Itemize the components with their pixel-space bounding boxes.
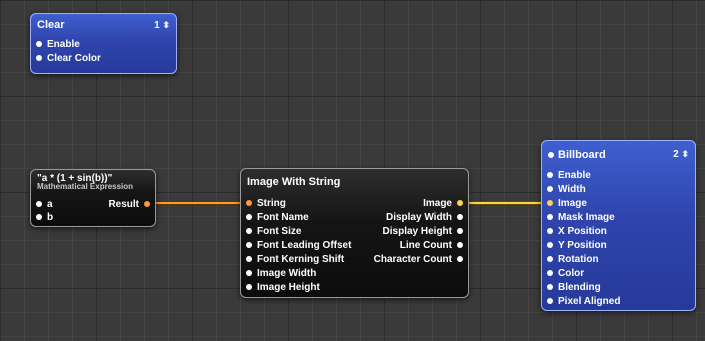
- math-patch-header[interactable]: "a * (1 + sin(b))" Mathematical Expressi…: [31, 170, 155, 197]
- port-dot-icon[interactable]: [547, 284, 553, 290]
- port-dot-icon[interactable]: [547, 186, 553, 192]
- input-port-string[interactable]: String: [246, 196, 286, 210]
- patch-title: Clear: [37, 19, 65, 31]
- image-string-patch-header[interactable]: Image With String: [241, 169, 468, 195]
- billboard-patch[interactable]: Billboard 2 ⬍ Enable Width Image Mask Im…: [541, 140, 696, 311]
- port-dot-icon[interactable]: [144, 201, 150, 207]
- output-port-result[interactable]: Result: [108, 197, 150, 211]
- port-dot-icon[interactable]: [547, 256, 553, 262]
- port-dot-icon[interactable]: [246, 214, 252, 220]
- input-port-image-width[interactable]: Image Width: [246, 266, 316, 280]
- port-dot-icon[interactable]: [36, 55, 42, 61]
- input-port-font-size[interactable]: Font Size: [246, 224, 301, 238]
- stepper-icon: ⬍: [162, 19, 170, 30]
- port-dot-icon[interactable]: [457, 214, 463, 220]
- port-dot-icon[interactable]: [547, 200, 553, 206]
- port-dot-icon[interactable]: [36, 214, 42, 220]
- port-dot-icon[interactable]: [547, 172, 553, 178]
- port-dot-icon[interactable]: [457, 200, 463, 206]
- input-port-enable[interactable]: Enable: [547, 168, 591, 182]
- patch-title: Billboard: [558, 148, 606, 161]
- output-port-display-height[interactable]: Display Height: [383, 224, 463, 238]
- input-port-font-leading-offset[interactable]: Font Leading Offset: [246, 238, 351, 252]
- port-dot-icon[interactable]: [547, 270, 553, 276]
- port-dot-icon[interactable]: [457, 256, 463, 262]
- patch-subtitle: Mathematical Expression: [37, 182, 134, 191]
- image-with-string-patch[interactable]: Image With String String Font Name Font …: [240, 168, 469, 298]
- port-dot-icon[interactable]: [547, 242, 553, 248]
- input-port-x-position[interactable]: X Position: [547, 224, 607, 238]
- clear-patch-header[interactable]: Clear 1 ⬍: [31, 14, 176, 36]
- port-dot-icon[interactable]: [547, 228, 553, 234]
- stepper-icon: ⬍: [681, 149, 689, 159]
- input-port-image-height[interactable]: Image Height: [246, 280, 320, 294]
- patch-number[interactable]: 1 ⬍: [154, 20, 170, 31]
- output-port-display-width[interactable]: Display Width: [386, 210, 463, 224]
- port-dot-icon[interactable]: [246, 228, 252, 234]
- input-port-clear-color[interactable]: Clear Color: [36, 51, 101, 65]
- input-port-blending[interactable]: Blending: [547, 280, 601, 294]
- port-dot-icon[interactable]: [457, 228, 463, 234]
- input-port-a[interactable]: a: [36, 197, 53, 211]
- port-dot-icon[interactable]: [246, 256, 252, 262]
- input-port-y-position[interactable]: Y Position: [547, 238, 607, 252]
- enable-indicator-icon: [548, 151, 554, 158]
- patch-title: Image With String: [247, 176, 341, 188]
- billboard-title-group: Billboard: [548, 149, 606, 161]
- port-dot-icon[interactable]: [457, 242, 463, 248]
- input-port-width[interactable]: Width: [547, 182, 586, 196]
- output-port-line-count[interactable]: Line Count: [400, 238, 463, 252]
- port-dot-icon[interactable]: [246, 200, 252, 206]
- port-dot-icon[interactable]: [547, 298, 553, 304]
- input-port-image[interactable]: Image: [547, 196, 587, 210]
- input-port-font-name[interactable]: Font Name: [246, 210, 309, 224]
- math-expression-patch[interactable]: "a * (1 + sin(b))" Mathematical Expressi…: [30, 169, 156, 227]
- clear-patch[interactable]: Clear 1 ⬍ Enable Clear Color: [30, 13, 177, 74]
- input-port-rotation[interactable]: Rotation: [547, 252, 599, 266]
- port-dot-icon[interactable]: [246, 284, 252, 290]
- input-port-enable[interactable]: Enable: [36, 37, 80, 51]
- port-dot-icon[interactable]: [547, 214, 553, 220]
- billboard-patch-header[interactable]: Billboard 2 ⬍: [542, 141, 695, 168]
- patch-editor-canvas[interactable]: Clear 1 ⬍ Enable Clear Color "a * (1 + s…: [0, 0, 705, 341]
- input-port-color[interactable]: Color: [547, 266, 584, 280]
- port-dot-icon[interactable]: [36, 41, 42, 47]
- output-port-image[interactable]: Image: [423, 196, 463, 210]
- patch-number[interactable]: 2 ⬍: [673, 149, 689, 160]
- input-port-b[interactable]: b: [36, 210, 53, 224]
- input-port-pixel-aligned[interactable]: Pixel Aligned: [547, 294, 620, 308]
- input-port-font-kerning-shift[interactable]: Font Kerning Shift: [246, 252, 344, 266]
- port-dot-icon[interactable]: [246, 270, 252, 276]
- port-dot-icon[interactable]: [36, 201, 42, 207]
- output-port-character-count[interactable]: Character Count: [374, 252, 463, 266]
- input-port-mask-image[interactable]: Mask Image: [547, 210, 615, 224]
- port-dot-icon[interactable]: [246, 242, 252, 248]
